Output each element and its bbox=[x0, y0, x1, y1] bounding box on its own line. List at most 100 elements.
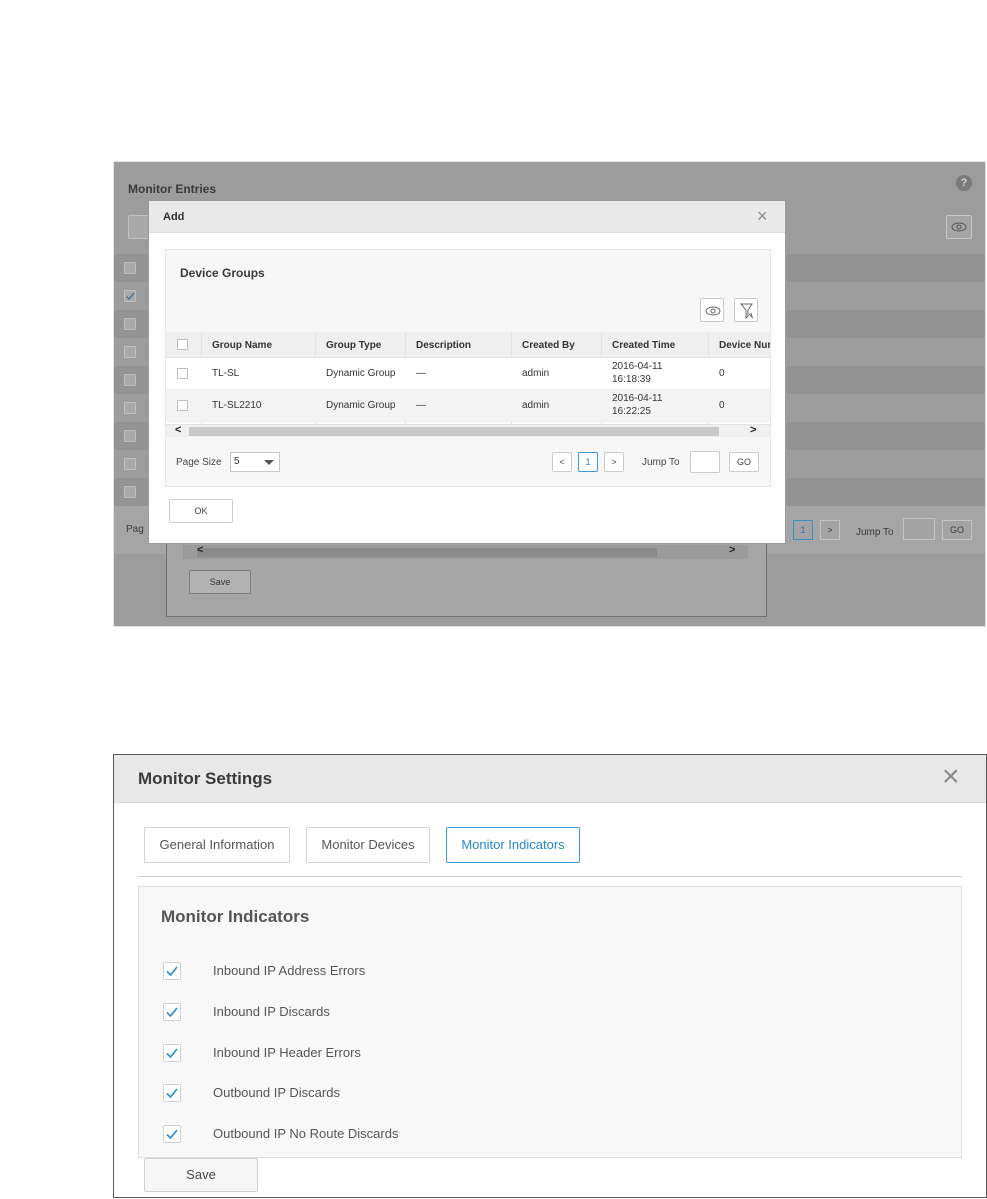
horizontal-scrollbar[interactable]: < > bbox=[166, 424, 770, 437]
page-size-value: 5 bbox=[234, 456, 240, 467]
group-name-cell: TL-SL bbox=[212, 368, 240, 379]
section-title: Monitor Indicators bbox=[161, 907, 310, 926]
row-checkbox[interactable] bbox=[124, 374, 136, 386]
go-button[interactable]: GO bbox=[729, 452, 759, 472]
check-icon bbox=[166, 1048, 178, 1059]
page-size-label: Page Size bbox=[176, 457, 222, 468]
dialog-header: Monitor Settings × bbox=[114, 755, 986, 803]
save-button[interactable]: Save bbox=[144, 1158, 258, 1192]
column-visibility-button[interactable] bbox=[700, 298, 724, 322]
device-groups-table: Group Name Group Type Description Create… bbox=[166, 332, 770, 424]
created-by-cell: admin bbox=[522, 368, 550, 379]
prev-page-button[interactable]: < bbox=[552, 452, 572, 472]
scrollbar-thumb[interactable] bbox=[197, 548, 657, 557]
created-time-date: 2016-04-11 bbox=[612, 361, 663, 372]
group-name-cell: TL-SL2210 bbox=[212, 400, 262, 411]
column-header[interactable]: Group Type bbox=[326, 340, 381, 351]
indicator-checkbox[interactable] bbox=[163, 1084, 181, 1102]
filter-button[interactable] bbox=[734, 298, 758, 322]
row-checkbox[interactable] bbox=[177, 400, 188, 411]
created-by-cell: admin bbox=[522, 400, 550, 411]
add-device-group-dialog: Add × Device Groups Group Name Group Typ… bbox=[148, 200, 786, 544]
dialog-header: Add × bbox=[149, 201, 785, 233]
group-type-cell: Dynamic Group bbox=[326, 368, 396, 379]
eye-icon bbox=[951, 222, 967, 232]
jump-to-label: Jump To bbox=[642, 457, 680, 468]
filter-icon bbox=[739, 303, 754, 320]
description-cell: — bbox=[416, 400, 426, 411]
go-button[interactable]: GO bbox=[942, 520, 972, 540]
table-row[interactable]: TL-SL2210 Dynamic Group — admin 2016-04-… bbox=[166, 390, 770, 422]
row-checkbox[interactable] bbox=[177, 368, 188, 379]
ok-button[interactable]: OK bbox=[169, 499, 233, 523]
row-checkbox[interactable] bbox=[124, 402, 136, 414]
scroll-left-arrow[interactable]: < bbox=[175, 424, 181, 436]
device-num-cell: 0 bbox=[719, 368, 725, 379]
page-size-label-partial: Pag bbox=[126, 524, 144, 535]
table-row[interactable]: TL-SL Dynamic Group — admin 2016-04-11 1… bbox=[166, 358, 770, 390]
page-button-current[interactable]: 1 bbox=[793, 520, 813, 540]
row-checkbox[interactable] bbox=[124, 430, 136, 442]
section-title: Device Groups bbox=[180, 266, 265, 280]
created-time-time: 16:22:25 bbox=[612, 406, 651, 417]
save-button[interactable]: Save bbox=[189, 570, 251, 594]
check-icon bbox=[166, 1088, 178, 1099]
scroll-left-arrow[interactable]: < bbox=[197, 544, 203, 556]
tab-general-information[interactable]: General Information bbox=[144, 827, 290, 863]
eye-icon bbox=[705, 306, 721, 316]
jump-to-input[interactable] bbox=[903, 518, 935, 540]
scroll-right-arrow[interactable]: > bbox=[750, 424, 756, 436]
check-icon bbox=[166, 1007, 178, 1018]
select-all-checkbox[interactable] bbox=[177, 339, 188, 350]
check-icon bbox=[166, 1129, 178, 1140]
indicator-checkbox[interactable] bbox=[163, 1003, 181, 1021]
group-type-cell: Dynamic Group bbox=[326, 400, 396, 411]
indicator-label: Outbound IP No Route Discards bbox=[213, 1126, 399, 1141]
indicator-label: Inbound IP Header Errors bbox=[213, 1045, 361, 1060]
table-header-row: Group Name Group Type Description Create… bbox=[166, 332, 770, 358]
scroll-right-arrow[interactable]: > bbox=[729, 544, 735, 556]
page-size-select[interactable]: 5 bbox=[230, 452, 280, 472]
dialog-title: Monitor Settings bbox=[138, 769, 273, 788]
indicator-label: Inbound IP Discards bbox=[213, 1004, 330, 1019]
close-icon[interactable]: × bbox=[942, 761, 960, 793]
close-icon[interactable]: × bbox=[757, 206, 768, 226]
monitor-settings-dialog: Monitor Settings × General Information M… bbox=[113, 754, 987, 1198]
indicator-checkbox[interactable] bbox=[163, 962, 181, 980]
tab-divider bbox=[138, 876, 962, 877]
created-time-time: 16:18:39 bbox=[612, 374, 651, 385]
column-header[interactable]: Created By bbox=[522, 340, 575, 351]
description-cell: — bbox=[416, 368, 426, 379]
device-num-cell: 0 bbox=[719, 400, 725, 411]
row-checkbox[interactable] bbox=[124, 346, 136, 358]
row-checkbox[interactable] bbox=[124, 486, 136, 498]
monitor-entries-title: Monitor Entries bbox=[128, 182, 217, 196]
tab-monitor-devices[interactable]: Monitor Devices bbox=[306, 827, 430, 863]
created-time-date: 2016-04-11 bbox=[612, 393, 663, 404]
column-visibility-button[interactable] bbox=[946, 215, 972, 239]
column-header[interactable]: Group Name bbox=[212, 340, 272, 351]
indicator-checkbox[interactable] bbox=[163, 1125, 181, 1143]
column-header[interactable]: Device Nur bbox=[719, 340, 770, 351]
dialog-title: Add bbox=[163, 211, 185, 223]
column-header[interactable]: Description bbox=[416, 340, 471, 351]
toolbar-add-button[interactable] bbox=[128, 215, 150, 239]
row-checkbox[interactable] bbox=[124, 318, 136, 330]
row-checkbox[interactable] bbox=[124, 290, 136, 302]
next-page-button[interactable]: > bbox=[820, 520, 840, 540]
indicator-checkbox[interactable] bbox=[163, 1044, 181, 1062]
jump-to-input[interactable] bbox=[690, 451, 720, 473]
check-icon bbox=[126, 292, 135, 300]
row-checkbox[interactable] bbox=[124, 458, 136, 470]
page-button-current[interactable]: 1 bbox=[578, 452, 598, 472]
check-icon bbox=[166, 966, 178, 977]
tab-monitor-indicators[interactable]: Monitor Indicators bbox=[446, 827, 580, 863]
device-groups-panel: Device Groups Group Name Group Type Desc… bbox=[165, 249, 771, 487]
chevron-down-icon bbox=[264, 460, 274, 465]
help-icon[interactable]: ? bbox=[956, 175, 972, 191]
column-header[interactable]: Created Time bbox=[612, 340, 675, 351]
indicator-label: Outbound IP Discards bbox=[213, 1085, 340, 1100]
scrollbar-thumb[interactable] bbox=[189, 427, 719, 436]
select-all-checkbox[interactable] bbox=[124, 262, 136, 274]
next-page-button[interactable]: > bbox=[604, 452, 624, 472]
